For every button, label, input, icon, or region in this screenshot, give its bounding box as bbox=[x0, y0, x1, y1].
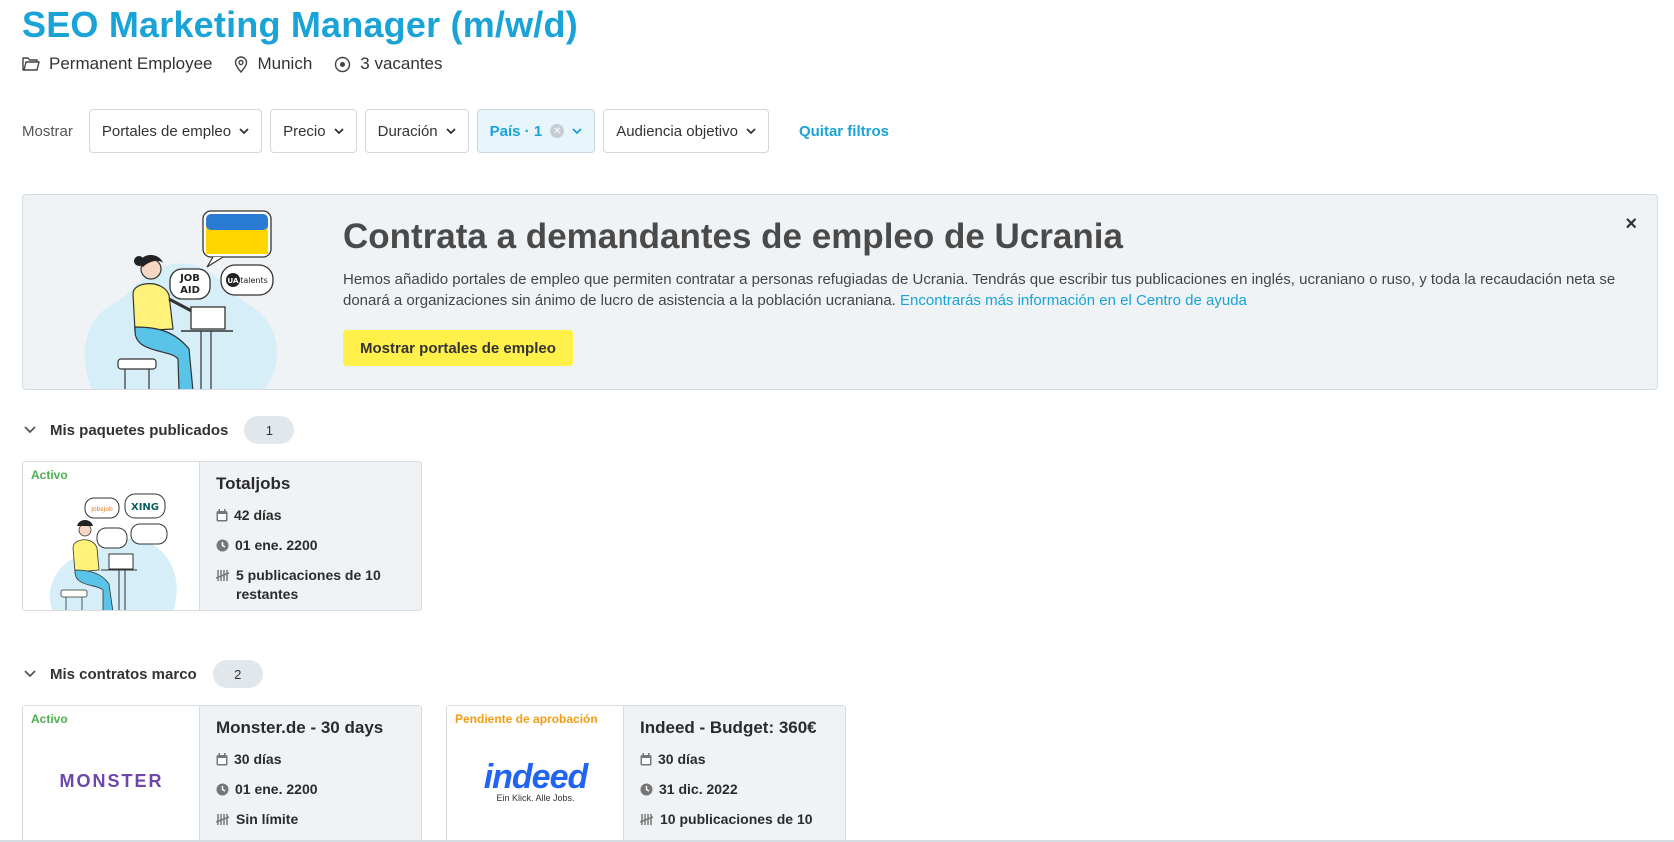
jobaid-badge-bottom: AID bbox=[180, 285, 200, 296]
chevron-down-icon bbox=[24, 426, 36, 434]
card-title: Indeed - Budget: 360€ bbox=[640, 718, 817, 737]
banner-title: Contrata a demandantes de empleo de Ucra… bbox=[343, 217, 1123, 256]
card-details: Totaljobs 42 días 01 ene. 2200 5 publica… bbox=[200, 462, 421, 610]
job-location: Munich bbox=[234, 54, 312, 74]
jobaid-badge-top: JOB bbox=[179, 273, 200, 284]
card-details: Indeed - Budget: 360€ 30 días 31 dic. 20… bbox=[624, 706, 845, 842]
clear-filters-link[interactable]: Quitar filtros bbox=[799, 123, 889, 140]
calendar-icon bbox=[216, 753, 228, 766]
filter-country[interactable]: País · 1 ✕ bbox=[476, 109, 596, 153]
job-meta: Permanent Employee Munich 3 vacantes bbox=[22, 54, 465, 74]
calendar-icon bbox=[216, 509, 228, 522]
card-expiry-label: 01 ene. 2200 bbox=[235, 537, 318, 553]
card-expiry: 31 dic. 2022 bbox=[640, 780, 829, 799]
job-type: Permanent Employee bbox=[22, 54, 212, 74]
banner-text: Hemos añadido portales de empleo que per… bbox=[343, 269, 1623, 311]
filter-duration[interactable]: Duración bbox=[364, 109, 469, 153]
job-type-label: Permanent Employee bbox=[49, 54, 213, 73]
chevron-down-icon bbox=[746, 127, 756, 134]
job-vacancies-label: 3 vacantes bbox=[360, 54, 443, 73]
card-expiry-label: 01 ene. 2200 bbox=[235, 781, 318, 797]
card-duration-label: 30 días bbox=[234, 751, 282, 767]
clock-icon bbox=[216, 539, 229, 552]
clock-icon bbox=[640, 783, 653, 796]
tally-icon bbox=[640, 814, 654, 825]
tally-icon bbox=[216, 814, 230, 825]
monster-logo: MONSTER bbox=[59, 771, 164, 791]
filter-target-audience[interactable]: Audiencia objetivo bbox=[603, 109, 769, 153]
filter-bar: Mostrar Portales de empleo Precio Duraci… bbox=[22, 109, 889, 153]
card-image: Activo MONSTER bbox=[23, 706, 200, 842]
chevron-down-icon bbox=[239, 127, 249, 134]
package-card-totaljobs[interactable]: Activo XING JobsJob Totaljobs 42 días 01… bbox=[22, 461, 422, 611]
indeed-logo: indeed Ein Klick. Alle Jobs. bbox=[447, 758, 624, 803]
xing-badge: XING bbox=[131, 502, 159, 513]
contracts-section-title: Mis contratos marco bbox=[50, 665, 197, 683]
card-quota-label: 5 publicaciones de 10 restantes bbox=[236, 567, 381, 602]
contract-card-monster[interactable]: Activo MONSTER Monster.de - 30 days 30 d… bbox=[22, 705, 422, 842]
card-duration: 30 días bbox=[640, 750, 829, 769]
filter-price[interactable]: Precio bbox=[270, 109, 357, 153]
card-expiry: 01 ene. 2200 bbox=[216, 536, 405, 555]
card-quota: Sin límite bbox=[216, 810, 405, 829]
calendar-icon bbox=[640, 753, 652, 766]
card-quota-label: 10 publicaciones de 10 bbox=[660, 811, 813, 827]
card-image: Activo XING JobsJob bbox=[23, 462, 200, 610]
card-duration: 42 días bbox=[216, 506, 405, 525]
filter-target-audience-label: Audiencia objetivo bbox=[616, 122, 738, 140]
talents-badge: talents bbox=[240, 276, 268, 285]
card-quota: 10 publicaciones de 10 bbox=[640, 810, 829, 829]
card-duration: 30 días bbox=[216, 750, 405, 769]
indeed-logo-word: indeed bbox=[483, 758, 589, 796]
chevron-down-icon bbox=[446, 127, 456, 134]
jobsjob-badge: JobsJob bbox=[90, 506, 113, 513]
clear-filter-icon[interactable]: ✕ bbox=[550, 124, 565, 138]
help-center-link[interactable]: Encontrarás más información en el Centro… bbox=[900, 292, 1247, 309]
folder-icon bbox=[22, 57, 40, 71]
show-job-portals-button[interactable]: Mostrar portales de empleo bbox=[343, 330, 573, 366]
status-badge: Pendiente de aprobación bbox=[455, 712, 598, 726]
filter-job-portals-label: Portales de empleo bbox=[101, 122, 232, 140]
ua-badge: UA bbox=[228, 277, 239, 285]
packages-section-header[interactable]: Mis paquetes publicados 1 bbox=[24, 416, 295, 444]
filter-job-portals[interactable]: Portales de empleo bbox=[88, 109, 263, 153]
packages-count-badge: 1 bbox=[244, 416, 295, 444]
clock-icon bbox=[216, 783, 229, 796]
contracts-section-header[interactable]: Mis contratos marco 2 bbox=[24, 660, 263, 688]
chevron-down-icon bbox=[333, 127, 344, 134]
chevron-down-icon bbox=[572, 127, 582, 134]
card-duration-label: 30 días bbox=[658, 751, 706, 767]
filter-price-label: Precio bbox=[283, 122, 326, 140]
card-title: Totaljobs bbox=[216, 474, 291, 493]
tally-icon bbox=[216, 570, 230, 581]
card-duration-label: 42 días bbox=[234, 507, 282, 523]
job-location-label: Munich bbox=[257, 54, 313, 73]
card-expiry: 01 ene. 2200 bbox=[216, 780, 405, 799]
card-quota: 5 publicaciones de 10 restantes bbox=[216, 566, 405, 604]
indeed-logo-tagline: Ein Klick. Alle Jobs. bbox=[496, 793, 575, 803]
page-title: SEO Marketing Manager (m/w/d) bbox=[22, 4, 578, 45]
contracts-count-badge: 2 bbox=[212, 660, 263, 688]
filter-country-label: País · 1 bbox=[489, 122, 543, 140]
card-quota-label: Sin límite bbox=[236, 811, 299, 827]
close-icon[interactable]: × bbox=[1625, 213, 1637, 236]
target-icon bbox=[335, 56, 351, 72]
card-title: Monster.de - 30 days bbox=[216, 718, 384, 737]
card-details: Monster.de - 30 days 30 días 01 ene. 220… bbox=[200, 706, 421, 842]
job-portals-illustration: XING JobsJob bbox=[49, 493, 177, 610]
contract-card-indeed[interactable]: Pendiente de aprobación indeed Ein Klick… bbox=[446, 705, 846, 842]
ukraine-banner: JOB AID UA talents Contrata a demandante… bbox=[22, 194, 1658, 390]
card-expiry-label: 31 dic. 2022 bbox=[659, 781, 738, 797]
job-vacancies: 3 vacantes bbox=[334, 54, 443, 74]
filter-duration-label: Duración bbox=[377, 122, 438, 140]
filters-label: Mostrar bbox=[22, 122, 73, 140]
status-badge: Activo bbox=[31, 712, 68, 726]
card-image: Pendiente de aprobación indeed Ein Klick… bbox=[447, 706, 624, 842]
packages-section-title: Mis paquetes publicados bbox=[50, 421, 229, 439]
chevron-down-icon bbox=[24, 670, 36, 678]
banner-illustration: JOB AID UA talents bbox=[84, 210, 278, 389]
location-pin-icon bbox=[235, 55, 248, 73]
